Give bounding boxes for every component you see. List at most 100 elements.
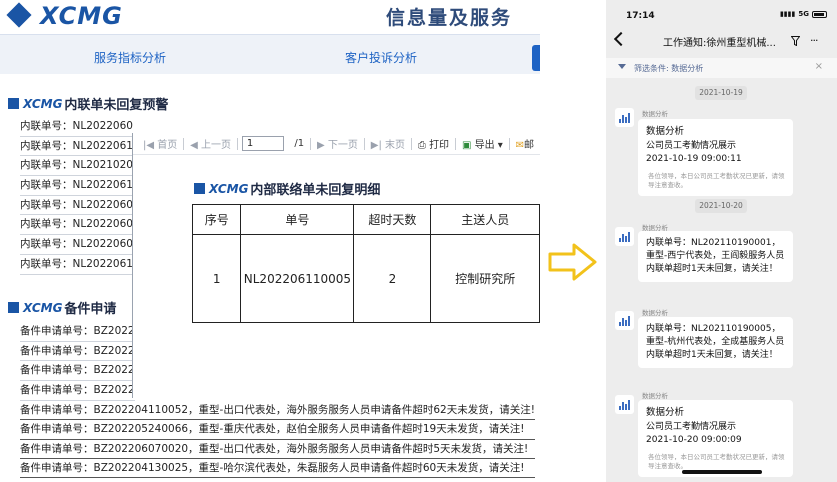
list-item: 备件申请单号：BZ2022 bbox=[20, 342, 135, 362]
list-item: 备件申请单号：BZ2022 bbox=[20, 361, 135, 382]
filter-condition-text: 筛选条件: 数据分析 bbox=[634, 64, 704, 73]
message-body: 公司员工考勤情况展示 2021-10-19 09:00:11 bbox=[646, 141, 742, 164]
chat-navbar: 工作通知:徐州重型机械... ··· bbox=[606, 26, 837, 56]
table-cell: NL202206110005 bbox=[240, 234, 355, 323]
more-icon[interactable]: ··· bbox=[810, 34, 818, 47]
filter-icon[interactable] bbox=[791, 36, 800, 46]
status-time: 17:14 bbox=[626, 11, 655, 21]
list-item: 备件申请单号：BZ202204110052，重型-出口代表处，海外服务服务人员申… bbox=[20, 401, 535, 421]
section-heading: 备件申请 bbox=[64, 302, 117, 317]
message-title: 数据分析 bbox=[646, 126, 685, 137]
column-header: 超时天数 bbox=[353, 204, 432, 235]
table-cell: 1 bbox=[191, 234, 242, 323]
back-icon[interactable] bbox=[613, 31, 629, 47]
chat-title: 工作通知:徐州重型机械... bbox=[663, 38, 776, 49]
network-label: 5G bbox=[798, 10, 809, 18]
message-note: 各位领导，本日公司员工考勤状况已更新，请领导注意查收。 bbox=[648, 172, 785, 189]
message-bubble[interactable]: 内联单号：NL202110190005，重型-杭州代表处，全成基服务人员内联单超… bbox=[638, 317, 793, 368]
close-icon[interactable]: × bbox=[815, 61, 823, 72]
internal-order-list: 内联单号：NL2022060 内联单号：NL2022061 内联单号：NL20210… bbox=[20, 117, 135, 275]
section-logo-text: XCMG bbox=[23, 96, 63, 111]
section-title-internal: XCMG 内联单未回复预警 bbox=[8, 94, 168, 113]
phone-screen: 17:14 ▮▮▮▮ 5G 工作通知:徐州重型机械... ··· 筛选条件: 数… bbox=[606, 0, 837, 482]
first-page-button[interactable]: |◀ 首页 bbox=[137, 136, 183, 151]
table-cell: 2 bbox=[353, 234, 432, 323]
list-item: 内联单号：NL2022060 bbox=[20, 235, 135, 255]
xcmg-logo-icon bbox=[6, 2, 32, 28]
chart-avatar-icon bbox=[619, 400, 630, 410]
message-body: 内联单号：NL202110190005，重型-杭州代表处，全成基服务人员内联单超… bbox=[646, 324, 785, 360]
message-bubble[interactable]: 数据分析 公司员工考勤情况展示 2021-10-19 09:00:11 各位领导… bbox=[638, 119, 793, 196]
message-bubble[interactable]: 内联单号：NL202110190001，重型-西宁代表处，王阎毅服务人员内联单超… bbox=[638, 231, 793, 282]
report-heading: 内部联络单未回复明细 bbox=[250, 183, 381, 198]
header-bar: XCMG 信息量及服务 bbox=[0, 0, 540, 34]
next-page-button[interactable]: ▶ 下一页 bbox=[311, 136, 364, 151]
tab-complaint-analysis[interactable]: 客户投诉分析 bbox=[345, 49, 417, 66]
header-slogan: 信息量及服务 bbox=[386, 7, 513, 29]
report-title: XCMG 内部联络单未回复明细 bbox=[194, 179, 380, 198]
message-body: 内联单号：NL202110190001，重型-西宁代表处，王阎毅服务人员内联单超… bbox=[646, 238, 785, 274]
message-body: 公司员工考勤情况展示 2021-10-20 09:00:09 bbox=[646, 422, 742, 445]
prev-page-button[interactable]: ◀ 上一页 bbox=[184, 136, 237, 151]
table-header-row: 序号 单号 超时天数 主送人员 bbox=[191, 204, 540, 235]
table-cell: 控制研究所 bbox=[430, 234, 540, 323]
section-title-parts: XCMG 备件申请 bbox=[8, 298, 116, 317]
export-button[interactable]: ▣ 导出 ▾ bbox=[456, 136, 509, 151]
chart-avatar-icon bbox=[619, 232, 630, 242]
column-header: 单号 bbox=[240, 204, 355, 235]
list-item: 备件申请单号：BZ2022 bbox=[20, 322, 135, 342]
parts-request-list: 备件申请单号：BZ2022 备件申请单号：BZ2022 备件申请单号：BZ2022 备… bbox=[20, 322, 135, 401]
list-item: 内联单号：NL2021020 bbox=[20, 156, 135, 177]
export-icon: ▣ bbox=[461, 140, 472, 151]
toolbar-divider bbox=[237, 137, 238, 150]
table-row: 1 NL202206110005 2 控制研究所 bbox=[191, 234, 540, 323]
chart-avatar-icon bbox=[619, 316, 630, 326]
report-viewer: |◀ 首页 ◀ 上一页 1 /1 ▶ 下一页 ▶| 末页 ⎙ 打印 ▣ 导出 ▾… bbox=[133, 133, 540, 398]
mail-button[interactable]: ✉邮 bbox=[510, 136, 540, 151]
list-item: 内联单号：NL2022061 bbox=[20, 137, 135, 157]
signal-icon: ▮▮▮▮ bbox=[779, 10, 796, 18]
last-page-button[interactable]: ▶| 末页 bbox=[365, 136, 411, 151]
sender-name: 数据分析 bbox=[642, 392, 668, 400]
avatar bbox=[615, 395, 634, 414]
sender-name: 数据分析 bbox=[642, 309, 668, 317]
report-logo-text: XCMG bbox=[209, 181, 249, 196]
date-separator: 2021-10-19 bbox=[695, 86, 747, 100]
tab-edge-button[interactable] bbox=[532, 45, 540, 71]
logo-text: XCMG bbox=[40, 2, 123, 30]
section-logo-text: XCMG bbox=[23, 300, 63, 315]
chart-avatar-icon bbox=[619, 113, 630, 123]
screenshot-root: XCMG 信息量及服务 服务指标分析 客户投诉分析 XCMG 内联单未回复预警 … bbox=[0, 0, 837, 482]
parts-request-full-list: 备件申请单号：BZ202204110052，重型-出口代表处，海外服务服务人员申… bbox=[20, 401, 535, 479]
mail-icon: ✉ bbox=[515, 140, 525, 151]
message-title: 数据分析 bbox=[646, 407, 685, 418]
message-bubble[interactable]: 数据分析 公司员工考勤情况展示 2021-10-20 09:00:09 各位领导… bbox=[638, 400, 793, 477]
xcmg-small-logo-icon bbox=[8, 98, 19, 109]
tab-service-metrics[interactable]: 服务指标分析 bbox=[94, 49, 166, 66]
list-item: 备件申请单号：BZ202206070020，重型-出口代表处，海外服务服务人员申… bbox=[20, 440, 535, 459]
xcmg-small-logo-icon bbox=[194, 183, 205, 194]
avatar bbox=[615, 227, 634, 246]
page-total-label: /1 bbox=[294, 138, 305, 149]
print-button[interactable]: ⎙ 打印 bbox=[412, 136, 455, 151]
page-number-input[interactable]: 1 bbox=[241, 136, 285, 151]
status-indicators: ▮▮▮▮ 5G bbox=[780, 10, 827, 18]
list-item: 内联单号：NL2022060 bbox=[20, 117, 135, 137]
filter-bar: 筛选条件: 数据分析 × bbox=[606, 58, 837, 78]
list-item: 备件申请单号：BZ2022 bbox=[20, 381, 135, 401]
section-heading: 内联单未回复预警 bbox=[64, 98, 169, 113]
report-table: 序号 单号 超时天数 主送人员 1 NL202206110005 2 控制研究所 bbox=[191, 204, 540, 323]
nav-tabbar: 服务指标分析 客户投诉分析 bbox=[0, 34, 540, 74]
list-item: 内联单号：NL2022061 bbox=[20, 255, 135, 275]
filter-small-icon bbox=[618, 64, 626, 69]
avatar bbox=[615, 108, 634, 127]
right-arrow-icon bbox=[548, 243, 597, 281]
message-note: 各位领导，本日公司员工考勤状况已更新，请领导注意查收。 bbox=[648, 453, 785, 470]
desktop-page: XCMG 信息量及服务 服务指标分析 客户投诉分析 XCMG 内联单未回复预警 … bbox=[0, 0, 540, 482]
list-item: 备件申请单号：BZ202205240066，重型-重庆代表处，赵伯全服务人员申请… bbox=[20, 420, 535, 440]
list-item: 内联单号：NL2022061 bbox=[20, 176, 135, 196]
date-separator: 2021-10-20 bbox=[695, 199, 747, 213]
home-indicator[interactable] bbox=[682, 470, 762, 474]
list-item: 内联单号：NL2022060 bbox=[20, 196, 135, 216]
avatar bbox=[615, 311, 634, 330]
